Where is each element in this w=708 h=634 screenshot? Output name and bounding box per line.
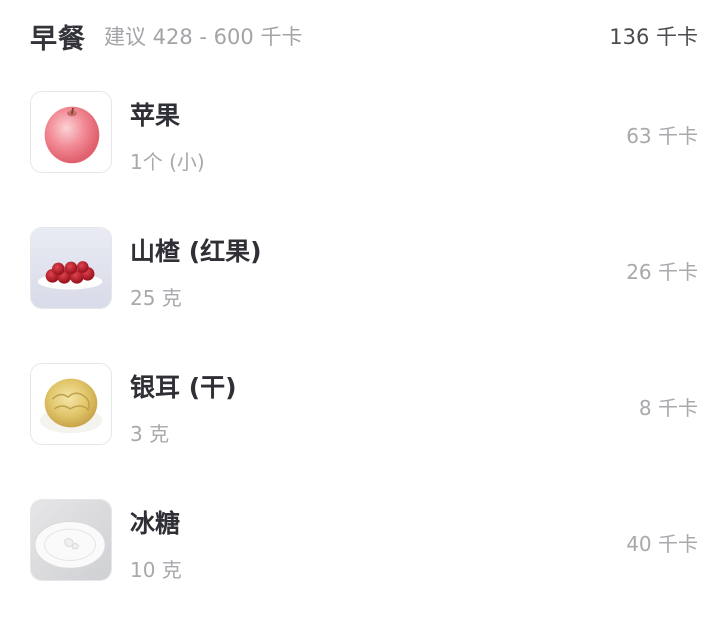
food-amount: 10 克 [130, 558, 182, 582]
meal-total-calories: 136 千卡 [609, 25, 698, 49]
food-name: 银耳 (干) [130, 373, 237, 402]
food-list: 苹果 1个 (小) 63 千卡 山楂 (红果) 25 克 26 千卡 银耳 (干… [0, 90, 708, 634]
food-calories: 8 千卡 [638, 396, 698, 420]
food-item-rock-sugar[interactable]: 冰糖 10 克 40 千卡 [0, 498, 708, 634]
food-calories: 40 千卡 [626, 532, 698, 556]
food-calories: 63 千卡 [626, 124, 698, 148]
meal-title: 早餐 [30, 23, 86, 55]
rock-sugar-image [30, 499, 112, 581]
apple-image [30, 91, 112, 173]
food-amount: 3 克 [130, 422, 170, 446]
food-item-apple[interactable]: 苹果 1个 (小) 63 千卡 [0, 90, 708, 226]
food-name: 山楂 (红果) [130, 237, 262, 266]
food-name: 冰糖 [130, 509, 181, 538]
white-fungus-image [30, 363, 112, 445]
food-name: 苹果 [130, 101, 181, 130]
food-item-white-fungus[interactable]: 银耳 (干) 3 克 8 千卡 [0, 362, 708, 498]
food-amount: 25 克 [130, 286, 182, 310]
food-item-hawthorn[interactable]: 山楂 (红果) 25 克 26 千卡 [0, 226, 708, 362]
food-amount: 1个 (小) [130, 150, 205, 174]
meal-header: 早餐 建议 428 - 600 千卡 136 千卡 [30, 14, 698, 58]
food-calories: 26 千卡 [626, 260, 698, 284]
hawthorn-image [30, 227, 112, 309]
meal-calorie-suggestion: 建议 428 - 600 千卡 [104, 25, 303, 49]
